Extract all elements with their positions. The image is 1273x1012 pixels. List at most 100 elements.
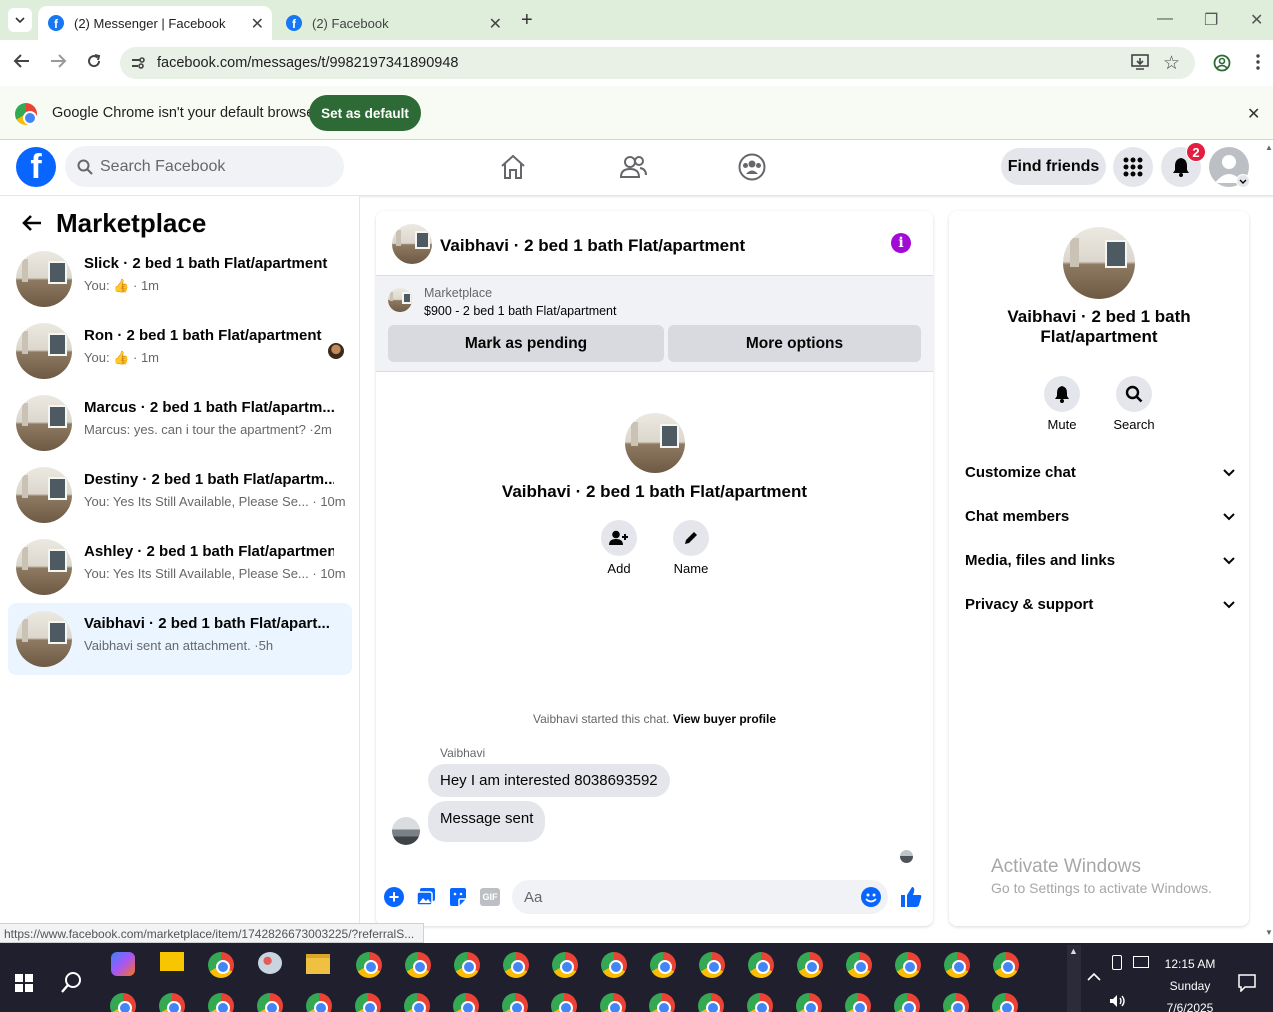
add-person-button[interactable]: [601, 520, 637, 556]
privacy-support-section[interactable]: Privacy & support: [965, 596, 1235, 613]
photo-icon[interactable]: [416, 887, 436, 907]
restore-icon[interactable]: ❐: [1204, 10, 1218, 30]
close-tab-icon[interactable]: ✕: [489, 14, 502, 34]
chrome-window-taskbar-icon[interactable]: [454, 952, 480, 978]
install-app-icon[interactable]: [1131, 54, 1149, 70]
groups-nav-icon[interactable]: [738, 153, 766, 181]
forward-icon[interactable]: [49, 53, 67, 69]
view-buyer-profile-link[interactable]: View buyer profile: [673, 712, 776, 726]
chrome-window-taskbar-icon[interactable]: [747, 993, 773, 1012]
chrome-taskbar-icon[interactable]: [208, 952, 234, 978]
mark-as-pending-button[interactable]: Mark as pending: [388, 325, 664, 362]
chrome-window-taskbar-icon[interactable]: [208, 993, 234, 1012]
minimize-icon[interactable]: —: [1157, 10, 1173, 28]
home-nav-icon[interactable]: [499, 154, 527, 180]
conversation-item[interactable]: Destiny · 2 bed 1 bath Flat/apartm... Yo…: [8, 459, 352, 531]
chrome-window-taskbar-icon[interactable]: [846, 952, 872, 978]
scroll-up-arrow-icon[interactable]: ▲: [1069, 946, 1078, 956]
chrome-window-taskbar-icon[interactable]: [944, 952, 970, 978]
chrome-window-taskbar-icon[interactable]: [600, 993, 626, 1012]
taskbar-search-icon[interactable]: [61, 971, 83, 993]
back-icon[interactable]: [13, 53, 31, 69]
chrome-window-taskbar-icon[interactable]: [748, 952, 774, 978]
chrome-window-taskbar-icon[interactable]: [552, 952, 578, 978]
chrome-window-taskbar-icon[interactable]: [356, 952, 382, 978]
chrome-window-taskbar-icon[interactable]: [797, 952, 823, 978]
chrome-window-taskbar-icon[interactable]: [943, 993, 969, 1012]
customize-chat-section[interactable]: Customize chat: [965, 464, 1235, 481]
menu-grid-button[interactable]: [1113, 147, 1153, 187]
listing-small-thumbnail[interactable]: [388, 288, 412, 312]
tab-facebook[interactable]: f (2) Facebook ✕: [276, 6, 510, 40]
set-as-default-button[interactable]: Set as default: [309, 95, 421, 131]
chrome-window-taskbar-icon[interactable]: [796, 993, 822, 1012]
chrome-window-taskbar-icon[interactable]: [845, 993, 871, 1012]
edit-name-button[interactable]: [673, 520, 709, 556]
reload-icon[interactable]: [86, 53, 102, 69]
conversation-item[interactable]: Slick · 2 bed 1 bath Flat/apartment You:…: [8, 243, 352, 315]
chrome-window-taskbar-icon[interactable]: [894, 993, 920, 1012]
chrome-window-taskbar-icon[interactable]: [110, 993, 136, 1012]
chrome-window-taskbar-icon[interactable]: [355, 993, 381, 1012]
chrome-window-taskbar-icon[interactable]: [159, 993, 185, 1012]
chrome-window-taskbar-icon[interactable]: [992, 993, 1018, 1012]
media-files-links-section[interactable]: Media, files and links: [965, 552, 1235, 569]
battery-icon[interactable]: [1112, 955, 1122, 970]
chrome-window-taskbar-icon[interactable]: [993, 952, 1019, 978]
facebook-logo-icon[interactable]: f: [16, 147, 56, 187]
message-input[interactable]: [512, 880, 888, 914]
conversation-item[interactable]: Ashley · 2 bed 1 bath Flat/apartment You…: [8, 531, 352, 603]
search-in-chat-button[interactable]: [1116, 376, 1152, 412]
windows-start-icon[interactable]: [15, 974, 33, 992]
chrome-window-taskbar-icon[interactable]: [405, 952, 431, 978]
page-scroll-down-icon[interactable]: ▼: [1265, 928, 1273, 937]
back-arrow-icon[interactable]: [21, 214, 43, 232]
info-icon[interactable]: i: [891, 233, 911, 253]
chrome-window-taskbar-icon[interactable]: [503, 952, 529, 978]
sticky-notes-icon[interactable]: [160, 952, 184, 976]
taskbar-clock[interactable]: 12:15 AM Sunday 7/6/2025: [1150, 953, 1230, 1012]
emoji-icon[interactable]: [861, 887, 881, 907]
conversation-item[interactable]: Marcus · 2 bed 1 bath Flat/apartm... Mar…: [8, 387, 352, 459]
chat-header-title[interactable]: Vaibhavi · 2 bed 1 bath Flat/apartment: [440, 236, 745, 256]
friends-nav-icon[interactable]: [619, 154, 647, 180]
account-chevron-icon[interactable]: [1236, 174, 1250, 188]
copilot-icon[interactable]: [111, 952, 135, 976]
tab-messenger[interactable]: f (2) Messenger | Facebook ✕: [38, 6, 272, 40]
message-bubble[interactable]: Hey I am interested 8038693592: [428, 764, 670, 797]
profile-icon[interactable]: [1213, 54, 1231, 72]
message-bubble[interactable]: Message sent: [428, 801, 546, 842]
chrome-window-taskbar-icon[interactable]: [551, 993, 577, 1012]
volume-icon[interactable]: [1109, 994, 1127, 1008]
chrome-window-taskbar-icon[interactable]: [650, 952, 676, 978]
conversation-item[interactable]: Ron · 2 bed 1 bath Flat/apartment You: 👍…: [8, 315, 352, 387]
file-explorer-icon[interactable]: [306, 954, 330, 974]
sticker-icon[interactable]: [448, 887, 468, 907]
network-icon[interactable]: [1133, 956, 1149, 968]
chrome-window-taskbar-icon[interactable]: [699, 952, 725, 978]
chrome-window-taskbar-icon[interactable]: [649, 993, 675, 1012]
new-tab-button[interactable]: +: [521, 9, 533, 32]
chrome-window-taskbar-icon[interactable]: [601, 952, 627, 978]
chat-members-section[interactable]: Chat members: [965, 508, 1235, 525]
find-friends-button[interactable]: Find friends: [1001, 148, 1106, 185]
plus-circle-icon[interactable]: +: [384, 887, 404, 907]
gif-icon[interactable]: GIF: [480, 888, 500, 906]
menu-kebab-icon[interactable]: [1256, 54, 1260, 70]
more-options-button[interactable]: More options: [668, 325, 921, 362]
close-infobar-icon[interactable]: ✕: [1247, 104, 1260, 124]
mute-button[interactable]: [1044, 376, 1080, 412]
site-info-icon[interactable]: [130, 55, 146, 71]
chrome-window-taskbar-icon[interactable]: [453, 993, 479, 1012]
chrome-window-taskbar-icon[interactable]: [502, 993, 528, 1012]
chrome-window-taskbar-icon[interactable]: [698, 993, 724, 1012]
chat-header-avatar[interactable]: [392, 224, 432, 264]
show-hidden-icons-icon[interactable]: [1087, 973, 1101, 981]
chrome-window-taskbar-icon[interactable]: [404, 993, 430, 1012]
page-scroll-up-icon[interactable]: ▲: [1265, 143, 1273, 152]
chrome-window-taskbar-icon[interactable]: [895, 952, 921, 978]
send-like-icon[interactable]: [899, 885, 923, 909]
conversation-item-active[interactable]: Vaibhavi · 2 bed 1 bath Flat/apart... Va…: [8, 603, 352, 675]
close-window-icon[interactable]: ✕: [1250, 10, 1263, 30]
action-center-icon[interactable]: [1238, 974, 1256, 992]
